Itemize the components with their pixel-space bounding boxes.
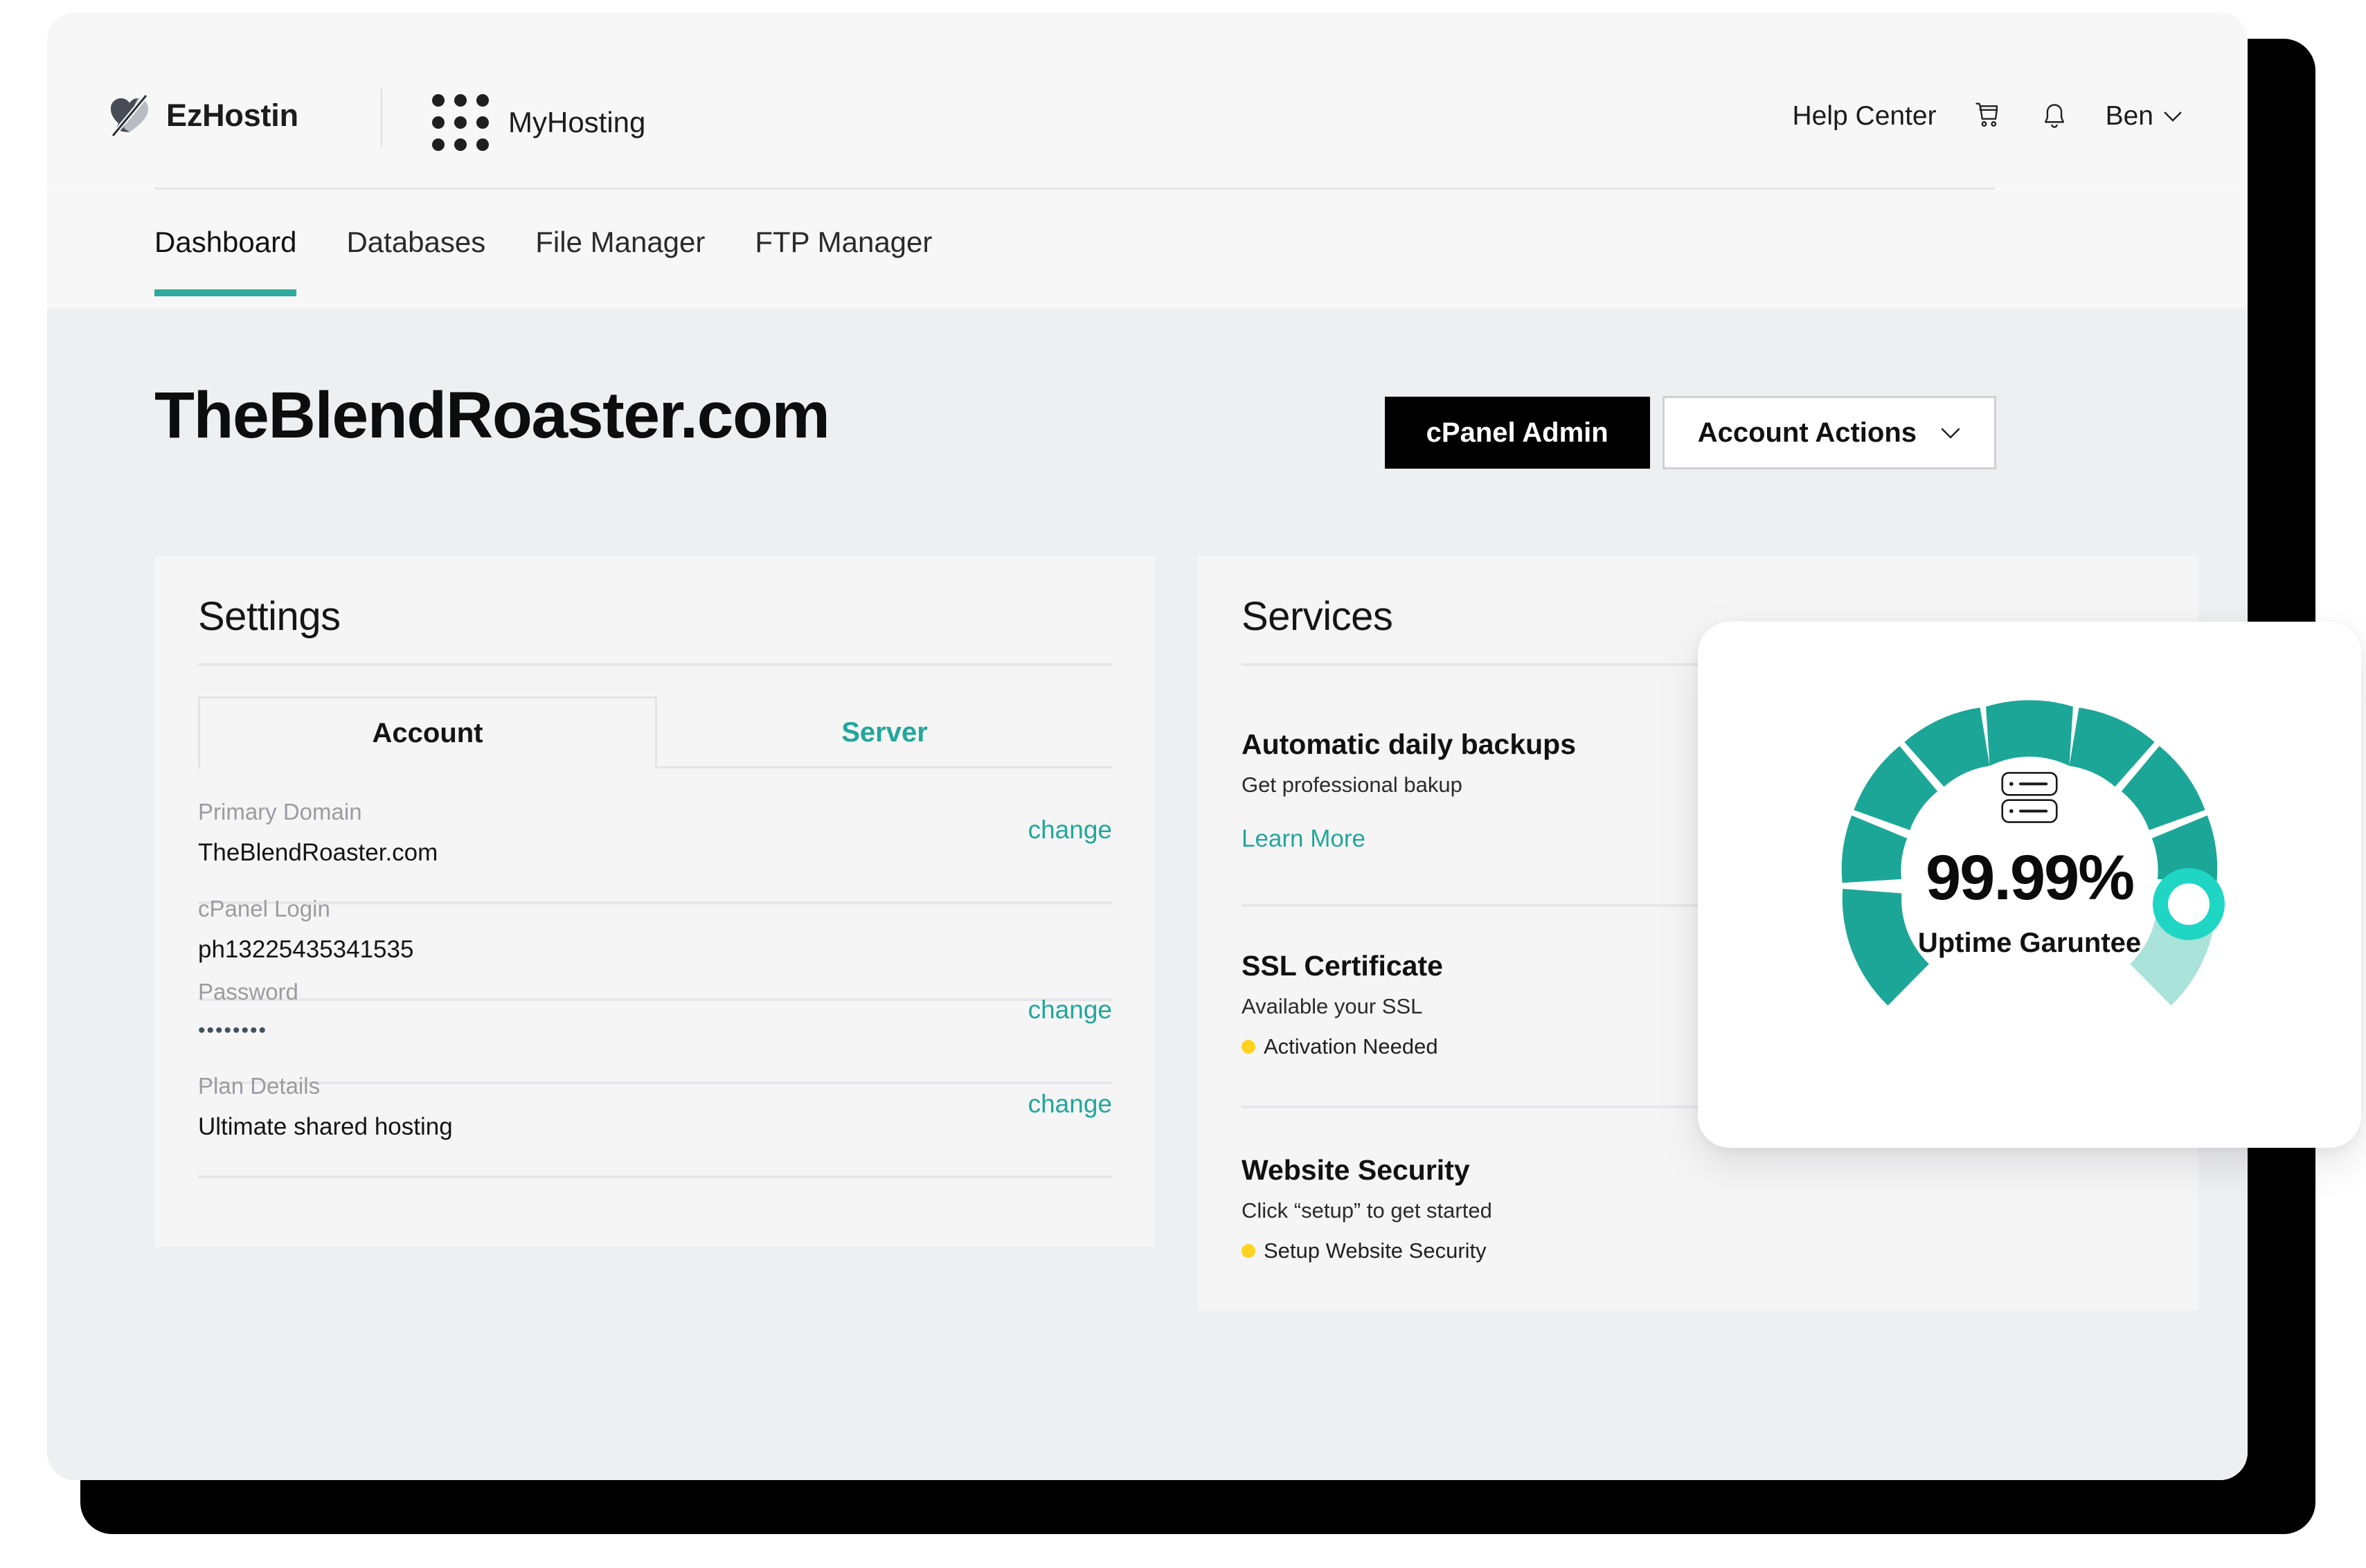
help-center-link[interactable]: Help Center <box>1792 101 1936 132</box>
setting-row-cpanel-login: cPanel Login ph13225435341535 <box>198 896 1112 964</box>
service-subtitle: Click “setup” to get started <box>1242 1198 1492 1223</box>
settings-tabs: Account Server <box>198 696 1112 768</box>
top-bar-actions: Help Center Ben <box>1792 101 2183 132</box>
app-switcher-label: MyHosting <box>508 106 646 138</box>
primary-nav: Dashboard Databases File Manager FTP Man… <box>47 190 2248 309</box>
change-plan-link[interactable]: change <box>1028 1090 1112 1119</box>
grid-dots-icon <box>432 94 489 151</box>
setting-row-password: Password •••••••• change <box>198 979 1112 1043</box>
setting-label: Password <box>198 979 298 1004</box>
status-dot-icon <box>1242 1040 1255 1054</box>
brand-name: EzHostin <box>166 98 298 133</box>
nav-tab-label: File Manager <box>535 226 706 258</box>
page-header: TheBlendRoaster.com cPanel Admin Account… <box>154 378 1996 482</box>
cpanel-admin-button[interactable]: cPanel Admin <box>1384 397 1650 469</box>
change-password-link[interactable]: change <box>1028 995 1112 1025</box>
gauge-segments <box>1841 700 2218 1006</box>
settings-card-divider <box>198 663 1112 666</box>
brand-logo[interactable]: EzHostin <box>108 94 298 137</box>
setting-label: Plan Details <box>198 1073 321 1099</box>
website-security-status-badge[interactable]: Setup Website Security <box>1242 1238 2156 1263</box>
services-card-title: Services <box>1242 594 1393 639</box>
learn-more-link[interactable]: Learn More <box>1242 825 1365 853</box>
setting-row-primary-domain: Primary Domain TheBlendRoaster.com chang… <box>198 799 1112 867</box>
service-title: Website Security <box>1242 1154 1470 1186</box>
status-text: Setup Website Security <box>1264 1238 1487 1263</box>
nav-tab-dashboard[interactable]: Dashboard <box>154 190 297 296</box>
tab-server-label: Server <box>841 717 928 748</box>
uptime-gauge-svg <box>1841 700 2225 1006</box>
tab-server[interactable]: Server <box>657 696 1112 768</box>
leaf-heart-logo-icon <box>111 94 148 137</box>
service-item-website-security: Website Security Click “setup” to get st… <box>1242 1154 2156 1263</box>
status-dot-icon <box>1242 1244 1255 1258</box>
tab-account-label: Account <box>372 718 483 748</box>
nav-tab-databases[interactable]: Databases <box>346 190 485 259</box>
chevron-down-icon <box>1941 427 1960 439</box>
setting-label: cPanel Login <box>198 896 330 921</box>
gauge-marker <box>2153 868 2225 940</box>
setting-label: Primary Domain <box>198 799 362 824</box>
notification-bell-icon[interactable] <box>2039 101 2070 132</box>
page-title: TheBlendRoaster.com <box>154 379 830 452</box>
nav-tab-label: Databases <box>346 226 486 258</box>
nav-tab-label: Dashboard <box>154 226 297 258</box>
nav-tab-ftp-manager[interactable]: FTP Manager <box>755 190 932 259</box>
uptime-gauge: 99.99% Uptime Garuntee <box>1815 649 2244 1079</box>
shopping-cart-icon[interactable] <box>1973 101 2003 132</box>
uptime-widget: 99.99% Uptime Garuntee <box>1698 622 2361 1148</box>
chevron-down-icon <box>2164 111 2182 122</box>
nav-tab-label: FTP Manager <box>755 226 933 258</box>
setting-value: TheBlendRoaster.com <box>198 839 438 866</box>
nav-tab-file-manager[interactable]: File Manager <box>535 190 705 259</box>
tab-account[interactable]: Account <box>198 696 657 768</box>
settings-card: Settings Account Server Primary Domain T… <box>154 555 1155 1247</box>
setting-divider <box>198 1175 1112 1178</box>
setting-value: ph13225435341535 <box>198 936 414 963</box>
setting-value: •••••••• <box>198 1019 268 1042</box>
setting-row-plan-details: Plan Details Ultimate shared hosting cha… <box>198 1073 1112 1141</box>
settings-card-title: Settings <box>198 594 341 639</box>
top-bar: EzHostin MyHosting Help Center Ben <box>47 12 2248 190</box>
user-menu[interactable]: Ben <box>2106 101 2183 132</box>
brand-divider <box>381 89 382 147</box>
change-primary-domain-link[interactable]: change <box>1028 815 1112 845</box>
app-switcher[interactable]: MyHosting <box>432 94 645 151</box>
screenshot-stage: EzHostin MyHosting Help Center Ben Dashb… <box>0 0 2366 1568</box>
status-text: Activation Needed <box>1264 1034 1438 1058</box>
account-actions-label: Account Actions <box>1697 417 1917 448</box>
account-actions-button[interactable]: Account Actions <box>1662 396 1996 469</box>
page-header-actions: cPanel Admin Account Actions <box>1384 396 1996 469</box>
setting-value: Ultimate shared hosting <box>198 1113 453 1140</box>
user-name: Ben <box>2105 101 2153 131</box>
